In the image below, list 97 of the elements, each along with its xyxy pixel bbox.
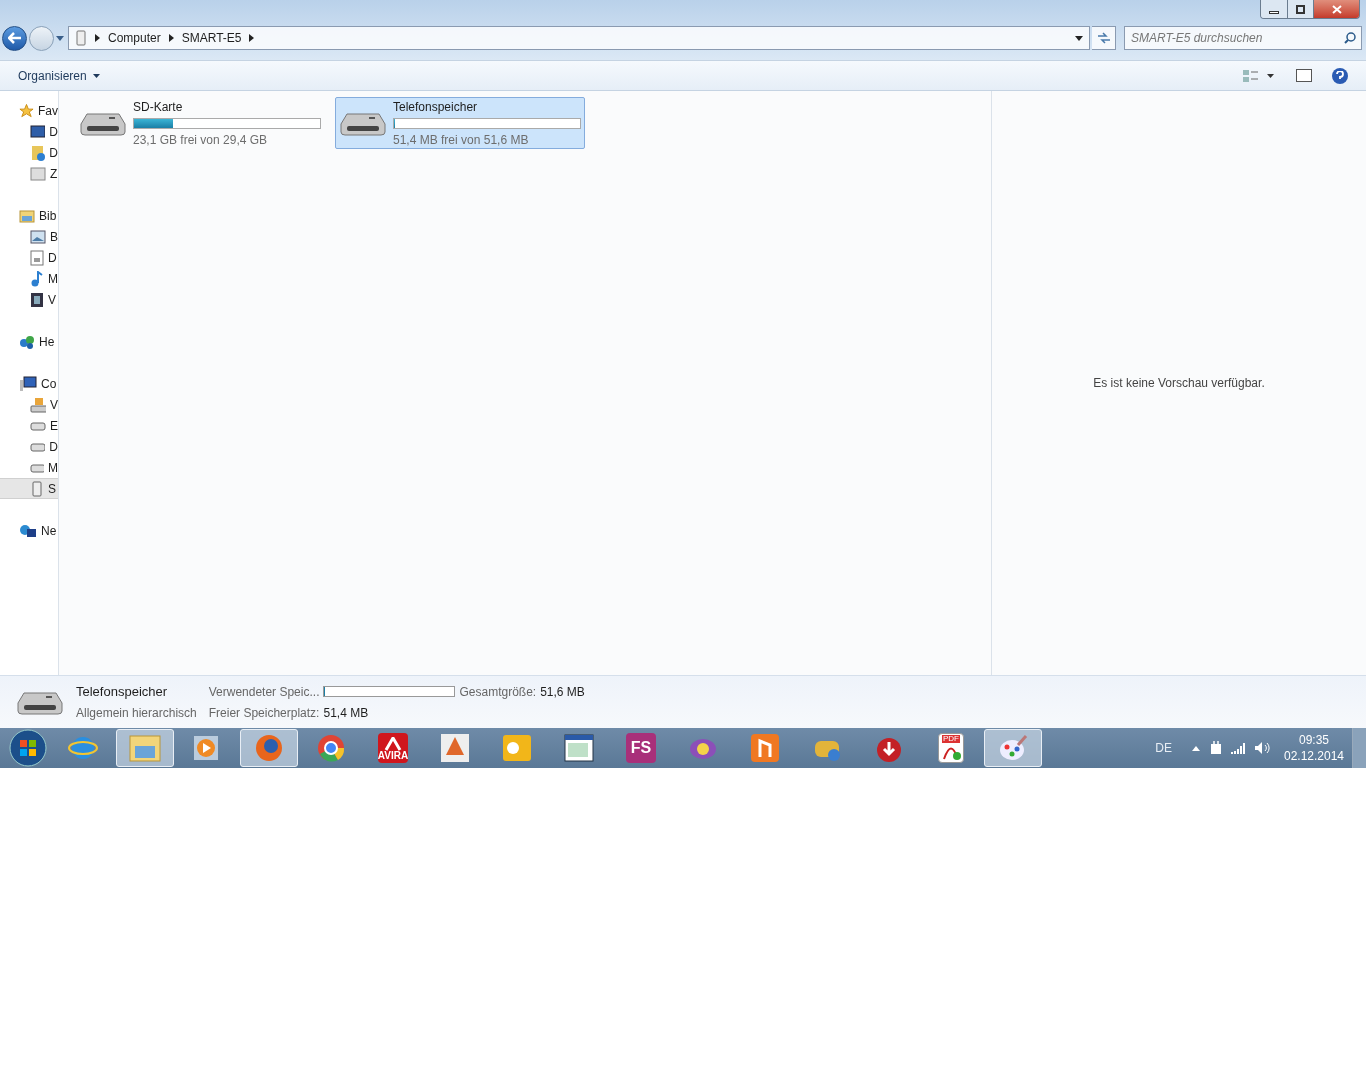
help-icon [1336,70,1344,81]
nav-item[interactable]: V [0,289,58,310]
window-icon [564,734,594,762]
used-space-label: Verwendeter Speic... [208,683,320,701]
clock[interactable]: 09:35 02.12.2014 [1284,732,1344,764]
back-button[interactable] [2,25,27,51]
close-icon [1331,4,1342,14]
play-icon [193,735,221,761]
search-field[interactable]: SMART-E5 durchsuchen [1124,26,1362,50]
nav-item[interactable]: S [0,478,58,499]
minimize-button[interactable] [1261,0,1287,18]
nav-item[interactable]: Fav [0,100,58,121]
chevron-right-icon[interactable] [95,34,100,42]
drive-icon [339,110,387,136]
preview-message: Es ist keine Vorschau verfügbar. [1093,375,1265,392]
drive-name: SD-Karte [133,98,184,116]
picture-icon [30,229,46,244]
monitor-icon [30,124,46,139]
computer-icon [19,375,37,392]
start-button[interactable] [6,729,50,767]
taskbar-button[interactable] [984,729,1042,767]
preview-pane-button[interactable] [1296,69,1312,82]
icon-label: FS [630,738,652,758]
nav-item[interactable]: D [0,436,58,457]
chevron-right-icon[interactable] [168,34,174,42]
caret-icon [1267,73,1274,78]
drive-tile[interactable]: SD-Karte 23,1 GB frei von 29,4 GB [75,97,325,149]
nav-item[interactable]: M [0,457,58,478]
item-name: Telefonspeicher [76,682,169,701]
minimize-icon [1269,10,1279,14]
view-button[interactable] [1243,68,1274,83]
clock-date: 02.12.2014 [1283,748,1345,764]
caret-icon [92,73,100,78]
total-size-value: 51,6 MB [540,683,585,701]
clock-time: 09:35 [1299,732,1329,748]
film-icon [30,291,44,308]
nav-item[interactable]: D [0,247,58,268]
nav-item[interactable]: He [0,331,58,352]
search-icon [1344,32,1356,44]
swoosh-icon [384,737,402,751]
device-icon [30,480,44,497]
address-field[interactable]: Computer SMART-E5 [68,26,1090,50]
icon-label: PDF [942,735,960,743]
drive-name: Telefonspeicher [393,98,479,116]
signal-bars-icon[interactable] [1230,742,1246,754]
taskbar-button[interactable]: AVIRA [364,729,422,767]
left-arrow-icon [7,32,22,44]
refresh-arrows-icon [1096,32,1111,44]
wheel-icon [316,733,346,763]
free-space-value: 51,4 MB [323,704,369,722]
star-icon [19,102,34,119]
restore-button[interactable] [1287,0,1313,18]
drive-tile[interactable]: Telefonspeicher 51,4 MB frei von 51,6 MB [335,97,585,149]
drive-icon [30,462,44,473]
total-size-label: Gesamtgröße: [459,683,537,701]
close-button[interactable] [1313,0,1359,18]
plug-icon[interactable] [1210,741,1222,755]
nav-item[interactable]: B [0,226,58,247]
start-orb-icon [9,729,47,767]
document-icon [30,249,44,266]
palette-icon [998,733,1028,763]
organize-button[interactable]: Organisieren [18,66,100,85]
nav-item[interactable]: D [0,121,58,142]
nav-item[interactable]: Z [0,163,58,184]
drive-icon [30,396,46,413]
taskbar-button[interactable]: FS [612,729,670,767]
restore-icon [1296,4,1305,14]
dropdown-caret-icon[interactable] [1075,35,1083,41]
device-icon [75,30,87,46]
nav-item[interactable]: V [0,394,58,415]
breadcrumb[interactable]: SMART-E5 [181,29,242,47]
nav-item[interactable]: D [0,142,58,163]
chevron-right-icon[interactable] [249,34,255,42]
nav-item[interactable]: E [0,415,58,436]
help-button[interactable] [1332,67,1348,84]
drive-icon [79,110,127,136]
up-caret-icon[interactable] [1192,745,1200,751]
nav-item[interactable]: Bib [0,205,58,226]
drive-icon [16,689,64,715]
taskbar-button[interactable]: PDF [922,729,980,767]
item-type: Allgemein hierarchisch [76,705,197,723]
view-options-icon [1243,68,1259,83]
breadcrumb[interactable]: Computer [108,29,161,47]
network-icon [19,522,37,539]
drive-icon [30,420,46,431]
speaker-icon[interactable] [1254,741,1270,755]
free-space-text: 23,1 GB frei von 29,4 GB [133,131,269,149]
music-note-icon [30,270,44,287]
icon-label: AVIRA [377,751,409,761]
nav-item[interactable]: Co [0,373,58,394]
drive-icon [30,441,46,452]
nav-item[interactable]: Ne [0,520,58,541]
refresh-button[interactable] [1092,26,1116,50]
nav-item[interactable]: M [0,268,58,289]
free-space-label: Freier Speicherplatz: [208,704,320,722]
taskbar-button[interactable] [240,729,298,767]
free-space-text: 51,4 MB frei von 51,6 MB [393,131,530,149]
